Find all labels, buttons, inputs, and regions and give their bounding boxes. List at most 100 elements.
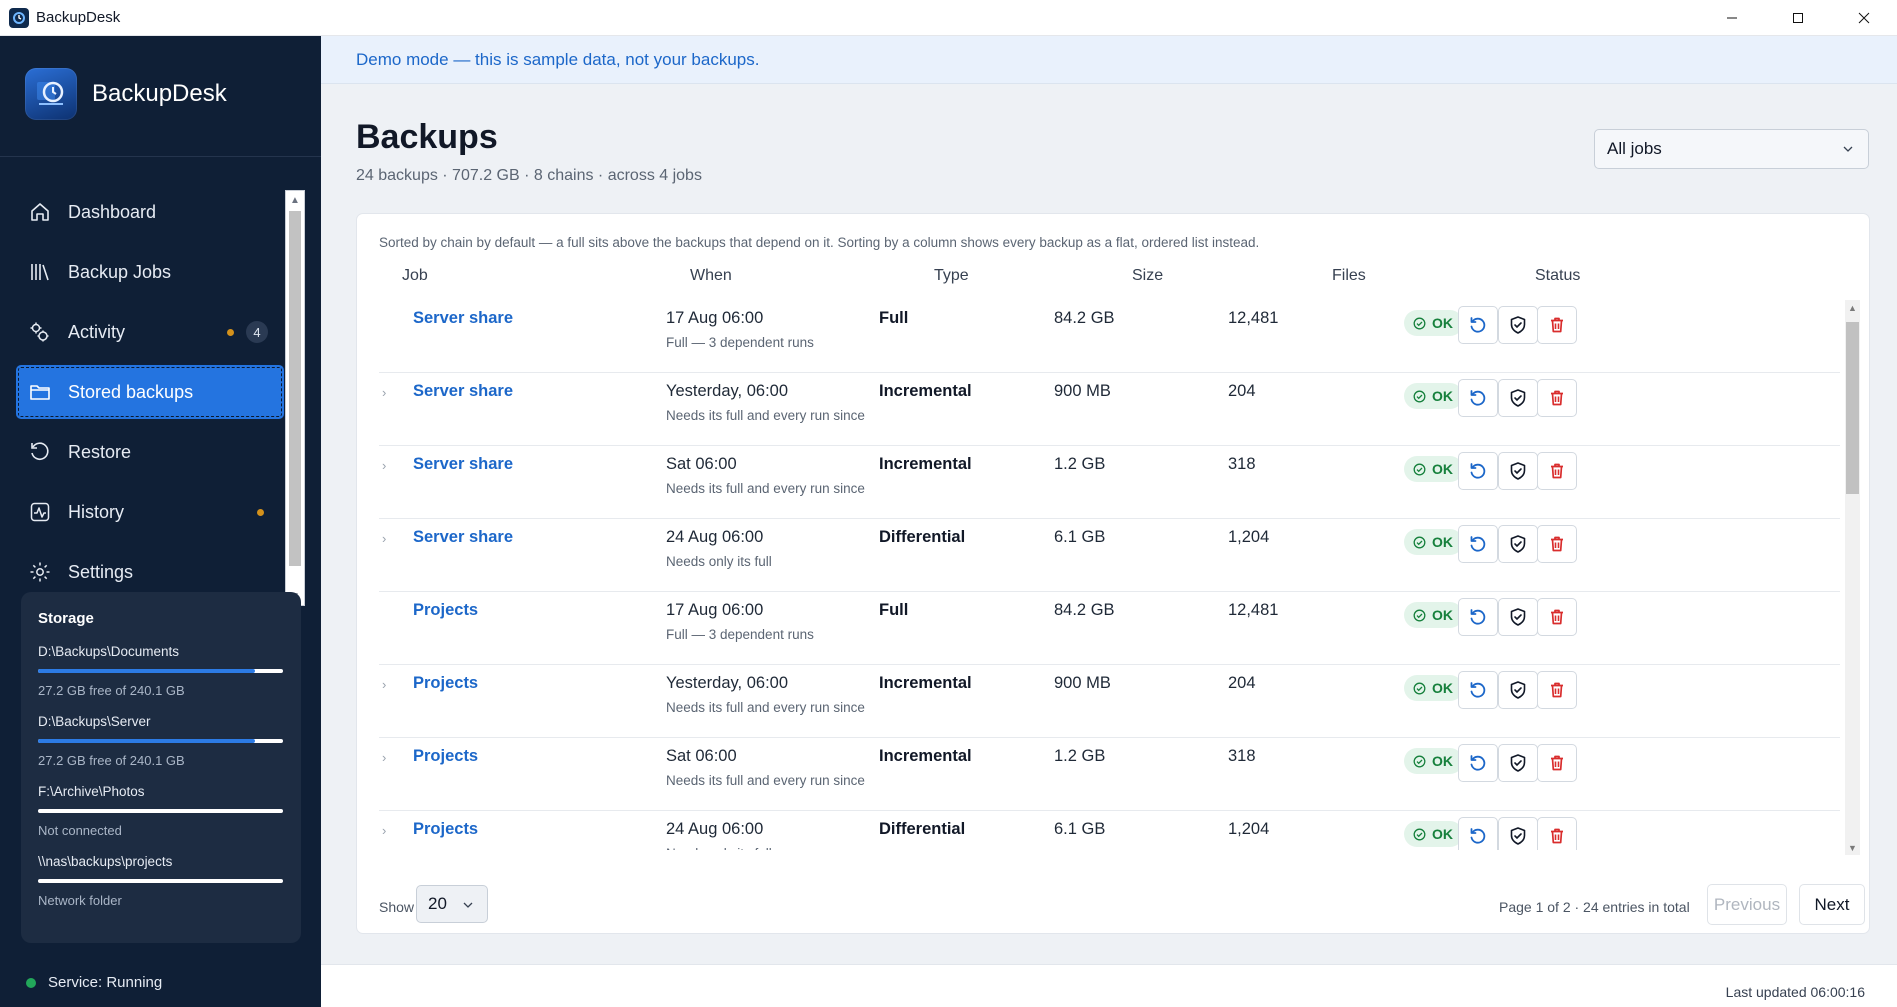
verify-button[interactable] xyxy=(1498,744,1538,782)
close-window-button[interactable] xyxy=(1831,0,1897,36)
expand-row-chevron-icon[interactable]: › xyxy=(382,458,386,473)
backups-card: Sorted by chain by default — a full sits… xyxy=(356,213,1870,934)
column-header-type[interactable]: Type xyxy=(934,267,969,285)
table-row[interactable]: Projects 17 Aug 06:00 Full — 3 dependent r… xyxy=(379,592,1840,665)
page-size-select[interactable]: 20 xyxy=(416,885,488,923)
restore-button[interactable] xyxy=(1458,379,1498,417)
last-updated: Last updated 06:00:16 xyxy=(1725,984,1865,1000)
restore-button[interactable] xyxy=(1458,525,1498,563)
scroll-down-icon[interactable]: ▼ xyxy=(1845,840,1860,855)
verify-button[interactable] xyxy=(1498,379,1538,417)
maximize-button[interactable] xyxy=(1765,0,1831,36)
table-row[interactable]: › Projects Yesterday, 06:00 Needs its full … xyxy=(379,665,1840,738)
next-page-button[interactable]: Next xyxy=(1799,884,1865,925)
delete-button[interactable] xyxy=(1537,306,1577,344)
backup-dependency-note: Needs only its full xyxy=(666,846,772,850)
column-header-status[interactable]: Status xyxy=(1535,267,1580,285)
delete-button[interactable] xyxy=(1537,671,1577,709)
expand-row-chevron-icon[interactable]: › xyxy=(382,677,386,692)
status-badge: OK xyxy=(1404,675,1463,701)
chevron-down-icon xyxy=(1843,146,1853,152)
volume-detail: Not connected xyxy=(38,823,122,838)
minimize-button[interactable] xyxy=(1699,0,1765,36)
table-row[interactable]: Server share 17 Aug 06:00 Full — 3 depende… xyxy=(379,300,1840,373)
trash-icon xyxy=(1547,534,1567,554)
sidebar-scrollbar[interactable]: ▲ ▼ xyxy=(285,190,305,606)
sidebar-item-restore[interactable]: Restore xyxy=(16,425,284,479)
job-link[interactable]: Server share xyxy=(413,382,513,401)
job-link[interactable]: Projects xyxy=(413,601,478,620)
delete-button[interactable] xyxy=(1537,817,1577,850)
job-link[interactable]: Server share xyxy=(413,309,513,328)
scroll-up-icon[interactable]: ▲ xyxy=(286,191,304,209)
backup-dependency-note: Needs its full and every run since xyxy=(666,773,865,788)
backup-when: Sat 06:00 xyxy=(666,455,737,473)
sidebar-item-settings[interactable]: Settings xyxy=(16,545,284,599)
delete-button[interactable] xyxy=(1537,744,1577,782)
job-link[interactable]: Server share xyxy=(413,528,513,547)
verify-button[interactable] xyxy=(1498,817,1538,850)
verify-button[interactable] xyxy=(1498,452,1538,490)
restore-button[interactable] xyxy=(1458,671,1498,709)
backup-size: 1.2 GB xyxy=(1054,747,1106,765)
table-row[interactable]: › Server share Sat 06:00 Needs its full and… xyxy=(379,446,1840,519)
expand-row-chevron-icon[interactable]: › xyxy=(382,385,386,400)
column-header-files[interactable]: Files xyxy=(1332,267,1366,285)
restore-button[interactable] xyxy=(1458,306,1498,344)
maximize-icon xyxy=(1793,13,1803,23)
restore-button[interactable] xyxy=(1458,452,1498,490)
volume-detail: 27.2 GB free of 240.1 GB xyxy=(38,683,185,698)
delete-button[interactable] xyxy=(1537,452,1577,490)
verify-button[interactable] xyxy=(1498,598,1538,636)
table-scroll-thumb[interactable] xyxy=(1846,322,1859,494)
sidebar-scroll-thumb[interactable] xyxy=(289,211,301,566)
verify-button[interactable] xyxy=(1498,306,1538,344)
job-link[interactable]: Projects xyxy=(413,820,478,839)
backup-when: 17 Aug 06:00 xyxy=(666,601,764,619)
restore-button[interactable] xyxy=(1458,598,1498,636)
expand-row-chevron-icon[interactable]: › xyxy=(382,823,386,838)
activity-gears-icon xyxy=(28,320,52,344)
backup-file-count: 318 xyxy=(1228,747,1256,765)
expand-row-chevron-icon[interactable]: › xyxy=(382,750,386,765)
table-row[interactable]: › Server share 24 Aug 06:00 Needs only its … xyxy=(379,519,1840,592)
job-link[interactable]: Projects xyxy=(413,674,478,693)
column-header-size[interactable]: Size xyxy=(1132,267,1163,285)
verify-button[interactable] xyxy=(1498,671,1538,709)
column-header-when[interactable]: When xyxy=(690,267,732,285)
expand-row-chevron-icon[interactable]: › xyxy=(382,531,386,546)
scroll-up-icon[interactable]: ▲ xyxy=(1845,300,1860,315)
demo-mode-banner: Demo mode — this is sample data, not you… xyxy=(321,36,1897,84)
sidebar-item-backup-jobs[interactable]: Backup Jobs xyxy=(16,245,284,299)
backup-size: 84.2 GB xyxy=(1054,309,1115,327)
table-scrollbar[interactable]: ▲ ▼ xyxy=(1845,300,1860,855)
restore-button[interactable] xyxy=(1458,744,1498,782)
sidebar-item-stored-backups[interactable]: Stored backups xyxy=(16,365,284,419)
sidebar-item-activity[interactable]: Activity 4 xyxy=(16,305,284,359)
job-link[interactable]: Server share xyxy=(413,455,513,474)
delete-button[interactable] xyxy=(1537,379,1577,417)
column-header-job[interactable]: Job xyxy=(402,267,428,285)
sidebar-item-dashboard[interactable]: Dashboard xyxy=(16,185,284,239)
backup-file-count: 204 xyxy=(1228,382,1256,400)
restore-button[interactable] xyxy=(1458,817,1498,850)
volume-usage-bar xyxy=(38,739,283,743)
backup-dependency-note: Needs its full and every run since xyxy=(666,481,865,496)
job-filter-select[interactable]: All jobs xyxy=(1594,129,1869,169)
backup-type: Incremental xyxy=(879,382,972,400)
delete-button[interactable] xyxy=(1537,525,1577,563)
table-row[interactable]: › Server share Yesterday, 06:00 Needs its f… xyxy=(379,373,1840,446)
volume-usage-fill xyxy=(38,669,256,673)
table-row[interactable]: › Projects Sat 06:00 Needs its full and eve… xyxy=(379,738,1840,811)
job-link[interactable]: Projects xyxy=(413,747,478,766)
brand-divider xyxy=(0,156,321,157)
volume-detail: 27.2 GB free of 240.1 GB xyxy=(38,753,185,768)
delete-button[interactable] xyxy=(1537,598,1577,636)
sidebar-item-history[interactable]: History xyxy=(16,485,284,539)
table-row[interactable]: › Projects 24 Aug 06:00 Needs only its full… xyxy=(379,811,1840,850)
previous-page-button[interactable]: Previous xyxy=(1707,884,1787,925)
verify-button[interactable] xyxy=(1498,525,1538,563)
table-header: Job When Type Size Files Status xyxy=(357,261,1871,291)
service-status: Service: Running xyxy=(26,974,162,991)
backup-file-count: 1,204 xyxy=(1228,820,1270,838)
